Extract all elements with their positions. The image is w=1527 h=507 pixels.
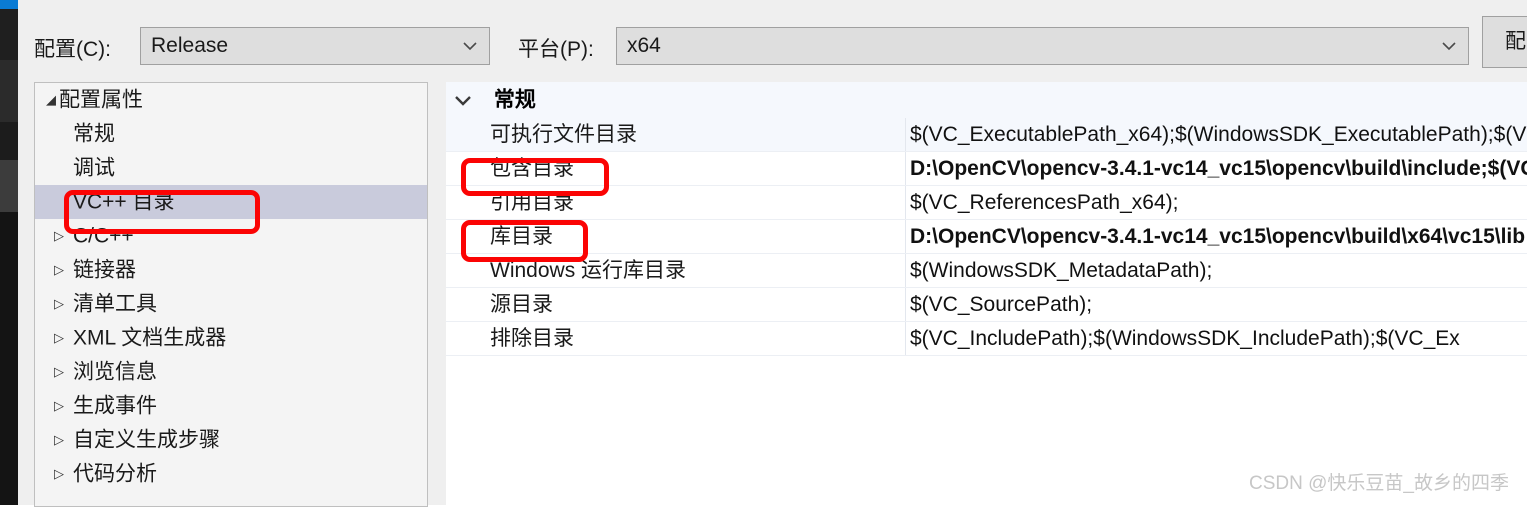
column-divider [905, 254, 906, 287]
triangle-right-icon[interactable]: ▷ [51, 287, 67, 321]
property-value[interactable]: $(VC_IncludePath);$(WindowsSDK_IncludePa… [910, 322, 1527, 355]
platform-combobox[interactable]: x64 [616, 27, 1469, 65]
property-name: 源目录 [490, 293, 553, 316]
tree-item[interactable]: 调试 [35, 151, 427, 185]
property-value[interactable]: $(VC_SourcePath); [910, 288, 1527, 321]
property-row[interactable]: 可执行文件目录 $(VC_ExecutablePath_x64);$(Window… [446, 118, 1527, 152]
tree-item[interactable]: ▷ 代码分析 [35, 457, 427, 491]
column-divider [905, 322, 906, 355]
tree-item-label: 常规 [73, 122, 115, 146]
property-name: 库目录 [490, 225, 553, 248]
property-row[interactable]: 源目录 $(VC_SourcePath); [446, 288, 1527, 322]
property-name: 可执行文件目录 [490, 123, 637, 146]
platform-value: x64 [627, 34, 661, 57]
triangle-right-icon[interactable]: ▷ [51, 253, 67, 287]
property-value[interactable]: D:\OpenCV\opencv-3.4.1-vc14_vc15\opencv\… [910, 220, 1527, 253]
chevron-down-icon [1442, 42, 1456, 51]
property-name: Windows 运行库目录 [490, 259, 687, 282]
tree-item[interactable]: ▷ XML 文档生成器 [35, 321, 427, 355]
tree-item[interactable]: ◢ 配置属性 [35, 83, 427, 117]
tree-item[interactable]: VC++ 目录 [35, 185, 427, 219]
ide-strip-accent [0, 0, 18, 9]
property-value[interactable]: D:\OpenCV\opencv-3.4.1-vc14_vc15\opencv\… [910, 152, 1527, 185]
tree-item[interactable]: ▷ 生成事件 [35, 389, 427, 423]
property-grid: 常规 可执行文件目录 $(VC_ExecutablePath_x64);$(Win… [446, 82, 1527, 505]
column-divider [905, 152, 906, 185]
tree-item-label: 生成事件 [73, 394, 157, 418]
configuration-label: 配置(C): [34, 38, 111, 61]
tree-item[interactable]: ▷ 链接器 [35, 253, 427, 287]
ide-strip-band [0, 212, 18, 505]
property-value[interactable]: $(VC_ReferencesPath_x64); [910, 186, 1527, 219]
ide-strip-band [0, 122, 18, 160]
triangle-right-icon[interactable]: ▷ [51, 219, 67, 253]
ide-strip-band [0, 60, 18, 122]
watermark: CSDN @快乐豆苗_故乡的四季 [1249, 473, 1509, 494]
tree-item-label: VC++ 目录 [73, 190, 175, 214]
property-row[interactable]: 库目录 D:\OpenCV\opencv-3.4.1-vc14_vc15\open… [446, 220, 1527, 254]
property-name: 包含目录 [490, 157, 574, 180]
property-row[interactable]: 包含目录 D:\OpenCV\opencv-3.4.1-vc14_vc15\ope… [446, 152, 1527, 186]
column-divider [905, 186, 906, 219]
tree-item-label: 配置属性 [59, 88, 143, 112]
property-row[interactable]: 引用目录 $(VC_ReferencesPath_x64); [446, 186, 1527, 220]
column-divider [905, 118, 906, 151]
tree-item[interactable]: 常规 [35, 117, 427, 151]
property-pages-dialog: 配置(C): Release 平台(P): x64 配置管理器(O)... ◢配… [18, 0, 1527, 507]
triangle-down-icon[interactable]: ◢ [43, 83, 59, 117]
configuration-tree[interactable]: ◢ 配置属性 常规 调试 VC++ 目录 ▷ C/C++ ▷ 链接器 ▷ 清单工具 ▷ XML 文… [34, 82, 428, 507]
tree-item-label: 代码分析 [73, 462, 157, 486]
tree-item-label: C/C++ [73, 224, 134, 248]
column-divider [905, 288, 906, 321]
platform-label: 平台(P): [518, 38, 594, 61]
triangle-right-icon[interactable]: ▷ [51, 457, 67, 491]
tree-item[interactable]: ▷ 清单工具 [35, 287, 427, 321]
property-name: 引用目录 [490, 191, 574, 214]
tree-item-label: 浏览信息 [73, 360, 157, 384]
property-name: 排除目录 [490, 327, 574, 350]
triangle-right-icon[interactable]: ▷ [51, 355, 67, 389]
triangle-right-icon[interactable]: ▷ [51, 321, 67, 355]
tree-item-label: XML 文档生成器 [73, 326, 227, 350]
property-row[interactable]: Windows 运行库目录 $(WindowsSDK_MetadataPath); [446, 254, 1527, 288]
triangle-right-icon[interactable]: ▷ [51, 423, 67, 457]
property-value[interactable]: $(WindowsSDK_MetadataPath); [910, 254, 1527, 287]
property-value[interactable]: $(VC_ExecutablePath_x64);$(WindowsSDK_Ex… [910, 118, 1527, 151]
triangle-right-icon[interactable]: ▷ [51, 389, 67, 423]
column-divider [905, 220, 906, 253]
tree-item-label: 调试 [73, 156, 115, 180]
configuration-value: Release [151, 34, 229, 57]
property-group-header[interactable]: 常规 [446, 82, 1527, 118]
property-group-title: 常规 [493, 88, 536, 112]
configuration-combobox[interactable]: Release [140, 27, 490, 65]
configuration-toolbar: 配置(C): Release 平台(P): x64 配置管理器(O)... [18, 0, 1527, 75]
configuration-manager-button[interactable]: 配置管理器(O)... [1482, 16, 1527, 68]
ide-activity-strip [0, 0, 18, 505]
tree-item[interactable]: ▷ 浏览信息 [35, 355, 427, 389]
tree-item-label: 自定义生成步骤 [73, 428, 220, 452]
tree-item-label: 链接器 [73, 258, 136, 282]
chevron-down-icon [454, 95, 476, 106]
tree-item[interactable]: ▷ 自定义生成步骤 [35, 423, 427, 457]
property-row[interactable]: 排除目录 $(VC_IncludePath);$(WindowsSDK_Inclu… [446, 322, 1527, 356]
chevron-down-icon [463, 42, 477, 51]
tree-item[interactable]: ▷ C/C++ [35, 219, 427, 253]
ide-strip-band [0, 160, 18, 212]
tree-item-label: 清单工具 [73, 292, 157, 316]
